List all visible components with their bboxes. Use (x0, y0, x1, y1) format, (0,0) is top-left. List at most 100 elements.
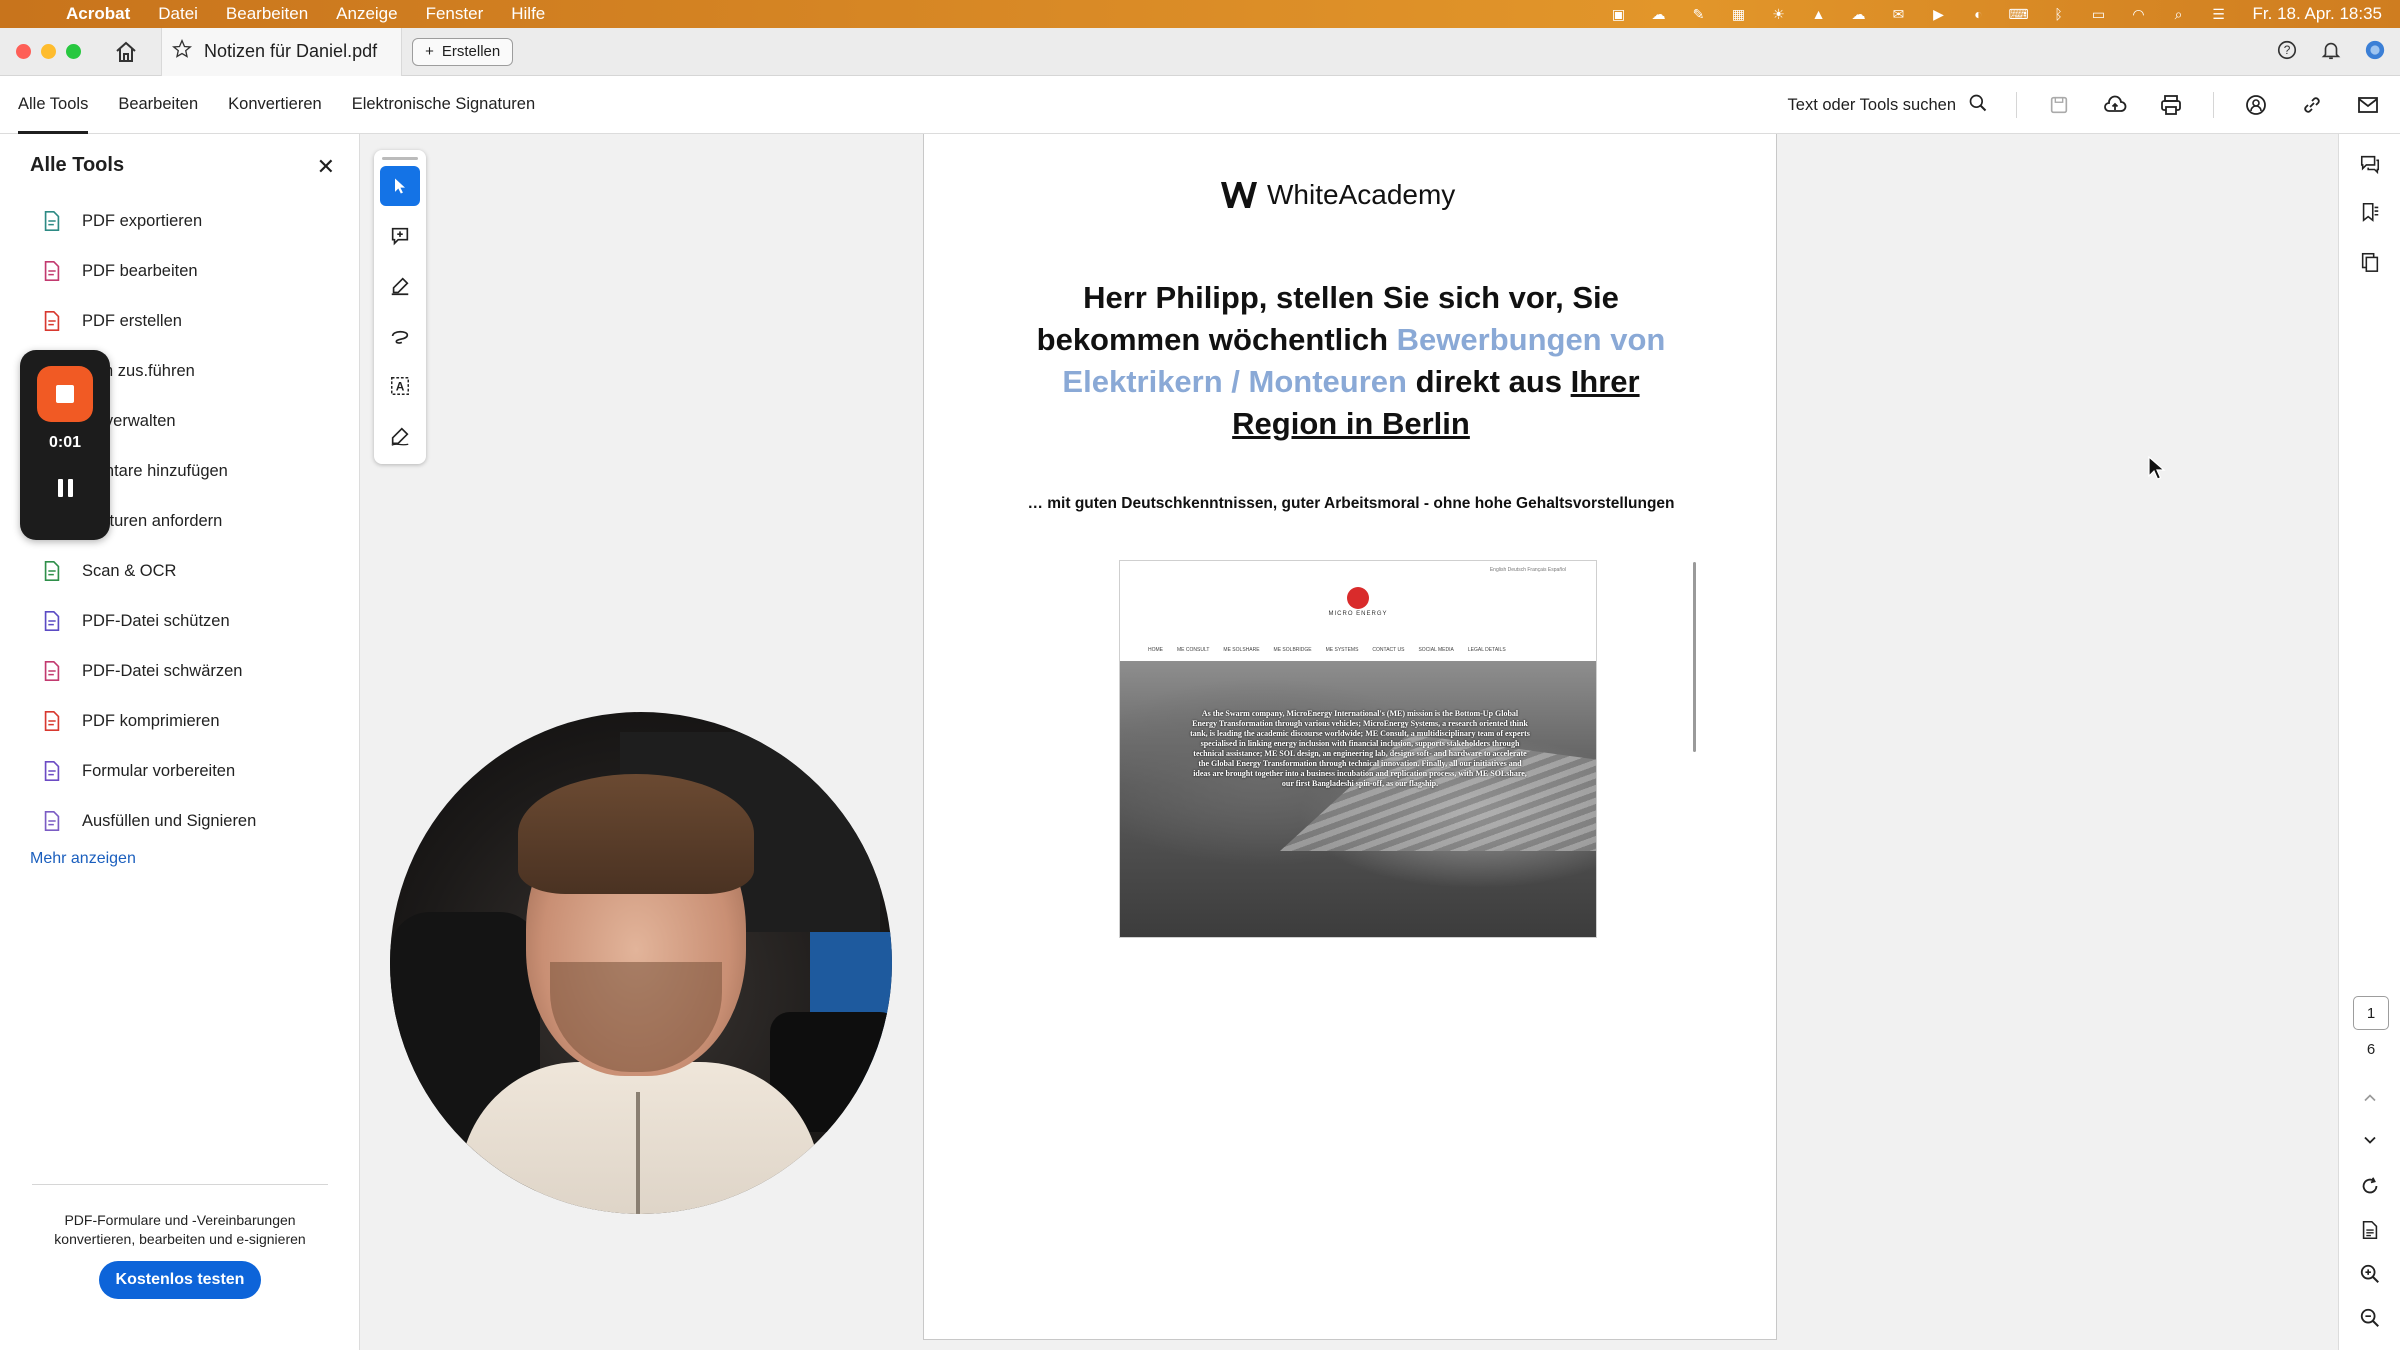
panel-footer: PDF-Formulare und -Vereinbarungen konver… (0, 1184, 360, 1299)
svg-text:A: A (396, 380, 405, 394)
protect-pdf-icon (40, 609, 64, 633)
comments-panel-icon[interactable] (2356, 150, 2384, 178)
status-app-icon[interactable]: ▣ (1609, 6, 1629, 22)
notifications-bell-icon[interactable] (2320, 39, 2342, 66)
tool-item[interactable]: PDF erstellen (0, 296, 359, 346)
home-icon[interactable] (111, 37, 141, 67)
window-title-bar: Notizen für Daniel.pdf + Erstellen ? (0, 27, 2400, 76)
rotate-icon[interactable] (2356, 1172, 2384, 1200)
tool-tabs: Alle Tools Bearbeiten Konvertieren Elekt… (18, 76, 535, 134)
tool-item[interactable]: PDF komprimieren (0, 696, 359, 746)
free-trial-button[interactable]: Kostenlos testen (99, 1261, 261, 1299)
zoom-in-icon[interactable] (2356, 1260, 2384, 1288)
screenshot-menu-item: ME SYSTEMS (1325, 647, 1359, 653)
share-people-icon[interactable] (2242, 91, 2270, 119)
screenshot-menu-item: LEGAL DETAILS (1467, 647, 1506, 653)
add-comment-tool-icon[interactable] (380, 216, 420, 256)
link-icon[interactable] (2298, 91, 2326, 119)
select-tool-icon[interactable] (380, 166, 420, 206)
tab-konvertieren[interactable]: Konvertieren (228, 76, 322, 134)
macos-menu-bar: Acrobat Datei Bearbeiten Anzeige Fenster… (0, 0, 2400, 28)
page-scrollbar[interactable] (1693, 562, 1696, 752)
title-bar-actions: ? (2276, 28, 2386, 76)
cloud-upload-icon[interactable] (2101, 91, 2129, 119)
tool-item[interactable]: PDF-Datei schwärzen (0, 646, 359, 696)
play-icon[interactable]: ▶ (1929, 6, 1949, 22)
create-button[interactable]: + Erstellen (412, 37, 514, 66)
tab-elektronische-signaturen[interactable]: Elektronische Signaturen (352, 76, 535, 134)
spotlight-search-icon[interactable]: ⌕ (2169, 6, 2189, 22)
micro-energy-logo-icon (1347, 587, 1369, 609)
window-controls (16, 44, 81, 59)
sign-tool-icon[interactable] (380, 416, 420, 456)
search-tools-button[interactable]: Text oder Tools suchen (1788, 93, 1988, 118)
toolbar-actions: Text oder Tools suchen (1788, 76, 2382, 134)
draw-freehand-tool-icon[interactable] (380, 316, 420, 356)
pause-icon[interactable] (53, 476, 77, 500)
tool-item-label: Ausfüllen und Signieren (82, 811, 257, 830)
zoom-window-button[interactable] (66, 44, 81, 59)
menu-datei[interactable]: Datei (158, 4, 198, 24)
tab-bearbeiten[interactable]: Bearbeiten (118, 76, 198, 134)
screen-recorder-widget: 0:01 (20, 350, 110, 540)
drag-handle[interactable] (382, 157, 418, 160)
menu-hilfe[interactable]: Hilfe (511, 4, 545, 24)
help-icon[interactable]: ? (2276, 39, 2298, 66)
grid-icon[interactable]: ▦ (1729, 6, 1749, 22)
show-more-link[interactable]: Mehr anzeigen (0, 850, 359, 868)
menu-fenster[interactable]: Fenster (426, 4, 484, 24)
screenshot-paragraph: As the Swarm company, MicroEnergy Intern… (1190, 709, 1530, 788)
main-toolbar: Alle Tools Bearbeiten Konvertieren Elekt… (0, 76, 2400, 134)
vlc-icon[interactable]: ▲ (1809, 6, 1829, 22)
webcam-overlay (390, 712, 892, 1214)
menu-anzeige[interactable]: Anzeige (336, 4, 397, 24)
menu-app-acrobat[interactable]: Acrobat (66, 4, 130, 24)
keyboard-icon[interactable]: ⌨ (2008, 6, 2028, 22)
outlook-icon[interactable]: ✉ (1889, 6, 1909, 22)
tool-item[interactable]: PDF exportieren (0, 196, 359, 246)
page-thumbnails-icon[interactable] (2356, 248, 2384, 276)
minimize-window-button[interactable] (41, 44, 56, 59)
tool-item[interactable]: PDF-Datei schützen (0, 596, 359, 646)
recorder-status-icon[interactable]: ◐ (1969, 6, 1989, 22)
chevron-up-icon[interactable] (2356, 1084, 2384, 1112)
cloud-icon[interactable]: ☁ (1849, 6, 1869, 22)
tab-alle-tools[interactable]: Alle Tools (18, 76, 89, 134)
add-text-tool-icon[interactable]: A (380, 366, 420, 406)
current-page-input[interactable]: 1 (2353, 996, 2389, 1030)
chevron-down-icon[interactable] (2356, 1126, 2384, 1154)
screenshot-menu: HOME ME CONSULT ME SOLSHARE ME SOLBRIDGE ME … (1148, 647, 1568, 653)
menu-clock[interactable]: Fr. 18. Apr. 18:35 (2253, 4, 2382, 24)
email-icon[interactable] (2354, 91, 2382, 119)
total-pages: 6 (2366, 1041, 2376, 1058)
creative-cloud-icon[interactable]: ☁ (1649, 6, 1669, 22)
micro-energy-logo: MICRO ENERGY (1318, 587, 1398, 617)
control-center-icon[interactable]: ☰ (2209, 6, 2229, 22)
tool-item[interactable]: Scan & OCR (0, 546, 359, 596)
bluetooth-icon[interactable]: ᛒ (2049, 6, 2069, 22)
tool-item[interactable]: Ausfüllen und Signieren (0, 796, 359, 846)
logo-text: WhiteAcademy (1267, 179, 1456, 210)
brightness-icon[interactable]: ☀ (1769, 6, 1789, 22)
screenshot-language-links: English Deutsch Français Español (1489, 567, 1566, 573)
save-icon[interactable] (2045, 91, 2073, 119)
bookmarks-panel-icon[interactable] (2356, 198, 2384, 226)
print-icon[interactable] (2157, 91, 2185, 119)
close-icon[interactable]: ✕ (317, 154, 335, 180)
zoom-out-icon[interactable] (2356, 1304, 2384, 1332)
stop-recording-button[interactable] (37, 366, 93, 422)
account-avatar[interactable] (2364, 39, 2386, 66)
tool-item[interactable]: PDF bearbeiten (0, 246, 359, 296)
menu-bearbeiten[interactable]: Bearbeiten (226, 4, 308, 24)
battery-icon[interactable]: ▭ (2089, 6, 2109, 22)
highlight-tool-icon[interactable] (380, 266, 420, 306)
pen-icon[interactable]: ✎ (1689, 6, 1709, 22)
star-icon[interactable] (171, 38, 193, 64)
wifi-icon[interactable]: ◠ (2129, 6, 2149, 22)
close-window-button[interactable] (16, 44, 31, 59)
tool-item[interactable]: Formular vorbereiten (0, 746, 359, 796)
document-tab[interactable]: Notizen für Daniel.pdf (161, 27, 403, 76)
page-settings-icon[interactable] (2356, 1216, 2384, 1244)
footer-divider (32, 1184, 328, 1185)
tool-item-label: PDF erstellen (82, 311, 182, 330)
